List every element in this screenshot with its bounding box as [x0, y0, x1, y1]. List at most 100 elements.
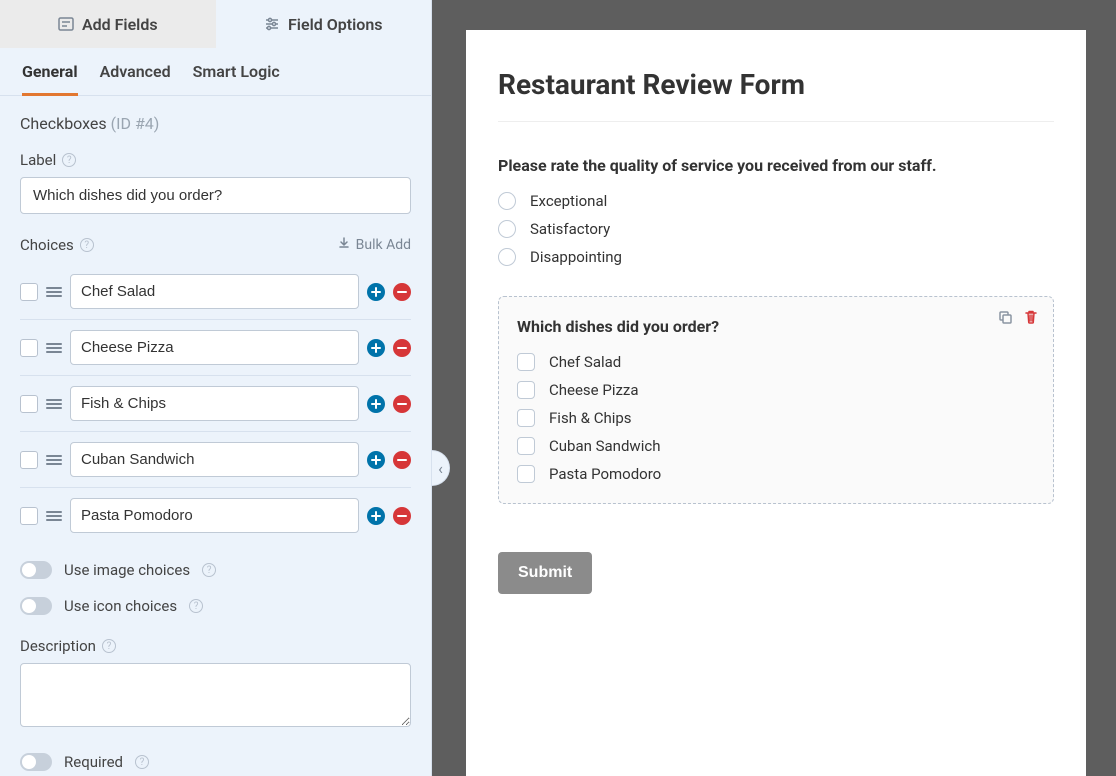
- drag-handle-icon[interactable]: [46, 399, 62, 409]
- field-label-input[interactable]: [20, 177, 411, 214]
- divider: [498, 121, 1054, 122]
- choice-input[interactable]: [70, 386, 359, 421]
- use-image-choices-row: Use image choices ?: [20, 561, 411, 579]
- choice-input[interactable]: [70, 330, 359, 365]
- option-label: Fish & Chips: [549, 409, 632, 427]
- help-icon[interactable]: ?: [62, 153, 76, 167]
- download-icon: [338, 237, 350, 253]
- field-dishes-selected[interactable]: Which dishes did you order? Chef Salad C…: [498, 296, 1054, 504]
- duplicate-field-button[interactable]: [997, 309, 1013, 329]
- help-icon[interactable]: ?: [135, 755, 149, 769]
- sub-tab-smart-logic[interactable]: Smart Logic: [193, 62, 280, 96]
- checkbox-option[interactable]: Fish & Chips: [517, 409, 1035, 427]
- choices-heading: Choices: [20, 236, 74, 254]
- option-label: Cuban Sandwich: [549, 437, 660, 455]
- checkbox-input[interactable]: [517, 437, 535, 455]
- drag-handle-icon[interactable]: [46, 455, 62, 465]
- option-label: Cheese Pizza: [549, 381, 639, 399]
- choice-input[interactable]: [70, 274, 359, 309]
- choice-input[interactable]: [70, 498, 359, 533]
- tab-field-options-label: Field Options: [288, 15, 382, 34]
- radio-input[interactable]: [498, 192, 516, 210]
- add-choice-button[interactable]: [367, 395, 385, 413]
- help-icon[interactable]: ?: [189, 599, 203, 613]
- field-id: (ID #4): [111, 114, 160, 133]
- description-textarea[interactable]: [20, 663, 411, 727]
- choice-default-checkbox[interactable]: [20, 507, 38, 525]
- use-image-choices-toggle[interactable]: [20, 561, 52, 579]
- option-label: Disappointing: [530, 248, 622, 266]
- add-choice-button[interactable]: [367, 339, 385, 357]
- chevron-left-icon: ‹: [438, 459, 443, 478]
- radio-input[interactable]: [498, 220, 516, 238]
- bulk-add-button[interactable]: Bulk Add: [338, 237, 411, 253]
- field-type-name: Checkboxes: [20, 114, 107, 133]
- radio-list: Exceptional Satisfactory Disappointing: [498, 192, 1054, 266]
- checkbox-option[interactable]: Cuban Sandwich: [517, 437, 1035, 455]
- question-label: Please rate the quality of service you r…: [498, 154, 1054, 178]
- submit-button[interactable]: Submit: [498, 552, 592, 594]
- top-tabs: Add Fields Field Options: [0, 0, 431, 48]
- remove-choice-button[interactable]: [393, 283, 411, 301]
- tab-add-fields-label: Add Fields: [82, 15, 158, 34]
- drag-handle-icon[interactable]: [46, 343, 62, 353]
- remove-choice-button[interactable]: [393, 395, 411, 413]
- choice-row: [20, 488, 411, 543]
- sub-tab-general[interactable]: General: [22, 62, 78, 96]
- checkbox-option[interactable]: Cheese Pizza: [517, 381, 1035, 399]
- description-heading: Description ?: [20, 637, 411, 655]
- use-icon-choices-row: Use icon choices ?: [20, 597, 411, 615]
- checkbox-option[interactable]: Chef Salad: [517, 353, 1035, 371]
- help-icon[interactable]: ?: [102, 639, 116, 653]
- radio-input[interactable]: [498, 248, 516, 266]
- form-preview-card: Restaurant Review Form Please rate the q…: [466, 30, 1086, 776]
- add-choice-button[interactable]: [367, 283, 385, 301]
- checkbox-input[interactable]: [517, 353, 535, 371]
- drag-handle-icon[interactable]: [46, 287, 62, 297]
- choice-default-checkbox[interactable]: [20, 283, 38, 301]
- form-title: Restaurant Review Form: [498, 68, 1054, 101]
- sub-tab-advanced[interactable]: Advanced: [100, 62, 171, 96]
- field-rating[interactable]: Please rate the quality of service you r…: [498, 154, 1054, 266]
- checkbox-input[interactable]: [517, 465, 535, 483]
- required-label: Required: [64, 753, 123, 771]
- choice-default-checkbox[interactable]: [20, 451, 38, 469]
- choice-default-checkbox[interactable]: [20, 339, 38, 357]
- tab-add-fields[interactable]: Add Fields: [0, 0, 216, 48]
- radio-option[interactable]: Satisfactory: [498, 220, 1054, 238]
- remove-choice-button[interactable]: [393, 451, 411, 469]
- help-icon[interactable]: ?: [202, 563, 216, 577]
- form-preview-area: Restaurant Review Form Please rate the q…: [432, 0, 1116, 776]
- radio-option[interactable]: Disappointing: [498, 248, 1054, 266]
- choice-row: [20, 432, 411, 488]
- option-label: Pasta Pomodoro: [549, 465, 661, 483]
- add-choice-button[interactable]: [367, 507, 385, 525]
- panel-body: Checkboxes (ID #4) Label ? Choices ? Bul…: [0, 96, 431, 776]
- option-label: Exceptional: [530, 192, 607, 210]
- checkbox-input[interactable]: [517, 409, 535, 427]
- required-toggle[interactable]: [20, 753, 52, 771]
- checkbox-option[interactable]: Pasta Pomodoro: [517, 465, 1035, 483]
- sub-tabs: General Advanced Smart Logic: [0, 48, 431, 96]
- add-fields-icon: [58, 16, 74, 32]
- radio-option[interactable]: Exceptional: [498, 192, 1054, 210]
- help-icon[interactable]: ?: [80, 238, 94, 252]
- remove-choice-button[interactable]: [393, 507, 411, 525]
- checkbox-input[interactable]: [517, 381, 535, 399]
- choice-row: [20, 320, 411, 376]
- choice-default-checkbox[interactable]: [20, 395, 38, 413]
- remove-choice-button[interactable]: [393, 339, 411, 357]
- option-label: Satisfactory: [530, 220, 610, 238]
- label-heading: Label ?: [20, 151, 411, 169]
- choice-input[interactable]: [70, 442, 359, 477]
- use-icon-choices-label: Use icon choices: [64, 597, 177, 615]
- sliders-icon: [264, 16, 280, 32]
- field-options-panel: Add Fields Field Options General Advance…: [0, 0, 432, 776]
- delete-field-button[interactable]: [1023, 309, 1039, 329]
- add-choice-button[interactable]: [367, 451, 385, 469]
- checkbox-list: Chef Salad Cheese Pizza Fish & Chips Cub…: [517, 353, 1035, 483]
- drag-handle-icon[interactable]: [46, 511, 62, 521]
- choice-row: [20, 264, 411, 320]
- use-icon-choices-toggle[interactable]: [20, 597, 52, 615]
- tab-field-options[interactable]: Field Options: [216, 0, 432, 48]
